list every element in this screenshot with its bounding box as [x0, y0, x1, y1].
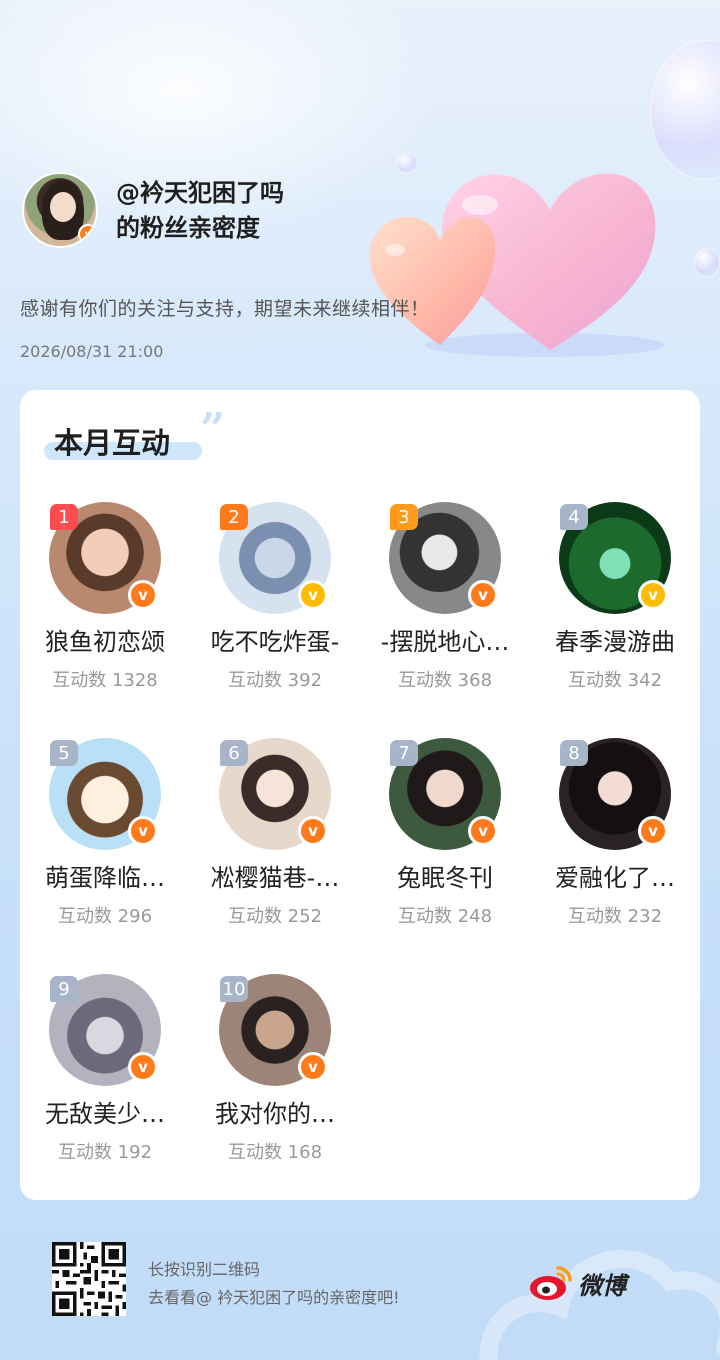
rank-badge: 3	[390, 504, 418, 530]
qr-cta: 去看看@ 衿天犯困了吗的亲密度吧!	[148, 1288, 400, 1307]
user-handle[interactable]: @衿天犯困了吗	[116, 176, 284, 211]
fan-name[interactable]: 爱融化了…	[530, 858, 700, 893]
timestamp: 2026/08/31 21:00	[20, 342, 164, 361]
bubble-decoration	[694, 248, 720, 278]
fan-name[interactable]: 狼鱼初恋颂	[20, 622, 190, 657]
interaction-count: 互动数 368	[397, 670, 493, 691]
interaction-count: 互动数 252	[227, 906, 323, 927]
verified-icon: v	[468, 580, 498, 610]
verified-icon: v	[298, 580, 328, 610]
verified-icon: v	[638, 580, 668, 610]
rank-badge: 2	[220, 504, 248, 530]
fan-name[interactable]: 我对你的…	[190, 1094, 360, 1129]
verified-icon: v	[128, 816, 158, 846]
card-title: 本月互动	[54, 426, 171, 460]
interaction-count: 互动数 192	[57, 1142, 153, 1163]
fan-name[interactable]: 吃不吃炸蛋-	[190, 622, 360, 657]
fan-name[interactable]: 春季漫游曲	[530, 622, 700, 657]
rank-badge: 7	[390, 740, 418, 766]
fan-name[interactable]: 兔眠冬刊	[360, 858, 530, 893]
fan-item[interactable]: 3 v -摆脱地心… 互动数 368	[360, 502, 530, 702]
page: v @衿天犯困了吗 的粉丝亲密度 感谢有你们的关注与支持，期望未来继续相伴！ 2…	[0, 0, 720, 1360]
verified-icon: v	[638, 816, 668, 846]
rank-badge: 1	[50, 504, 78, 530]
fan-item[interactable]: 8 v 爱融化了… 互动数 232	[530, 738, 700, 938]
verified-icon: v	[468, 816, 498, 846]
fan-name[interactable]: 凇樱猫巷-…	[190, 858, 360, 893]
rank-badge: 8	[560, 740, 588, 766]
interaction-count: 互动数 296	[57, 906, 153, 927]
fan-item[interactable]: 10 v 我对你的… 互动数 168	[190, 974, 360, 1174]
page-title: @衿天犯困了吗 的粉丝亲密度	[116, 176, 284, 246]
weibo-logo-icon	[528, 1262, 574, 1302]
fan-name[interactable]: -摆脱地心…	[360, 622, 530, 657]
interaction-count: 互动数 1328	[52, 670, 158, 691]
qr-code-icon[interactable]	[52, 1242, 126, 1316]
avatar-face-shape	[50, 192, 76, 222]
interaction-count: 互动数 392	[227, 670, 323, 691]
verified-icon: v	[128, 1052, 158, 1082]
fan-name[interactable]: 无敌美少…	[20, 1094, 190, 1129]
verified-icon: v	[298, 816, 328, 846]
qr-hint: 长按识别二维码	[148, 1260, 261, 1279]
rank-badge: 4	[560, 504, 588, 530]
fan-item[interactable]: 5 v 萌蛋降临… 互动数 296	[20, 738, 190, 938]
verified-icon: v	[298, 1052, 328, 1082]
fan-item[interactable]: 1 v 狼鱼初恋颂互动数 1328	[20, 502, 190, 702]
fan-item[interactable]: 6 v 凇樱猫巷-… 互动数 252	[190, 738, 360, 938]
tagline: 感谢有你们的关注与支持，期望未来继续相伴！	[20, 298, 430, 320]
quote-mark-icon: ”	[200, 404, 226, 455]
rank-badge: 5	[50, 740, 78, 766]
verified-icon: v	[78, 224, 96, 244]
interaction-count: 互动数 232	[567, 906, 663, 927]
fan-item[interactable]: 4 v 春季漫游曲互动数 342	[530, 502, 700, 702]
fan-item[interactable]: 2 v 吃不吃炸蛋- 互动数 392	[190, 502, 360, 702]
fan-item[interactable]: 9 v 无敌美少… 互动数 192	[20, 974, 190, 1174]
interaction-card: 本月互动 ” 1 v 狼鱼初恋颂互动数 1328 2 v 吃不吃炸蛋- 互动数 392 3 v -…	[20, 390, 700, 1200]
fan-name[interactable]: 萌蛋降临…	[20, 858, 190, 893]
interaction-count: 互动数 248	[397, 906, 493, 927]
brand-name: 微博	[578, 1272, 626, 1300]
title-subtitle: 的粉丝亲密度	[116, 214, 260, 242]
fan-item[interactable]: 7 v 兔眠冬刊互动数 248	[360, 738, 530, 938]
rank-badge: 6	[220, 740, 248, 766]
verified-icon: v	[128, 580, 158, 610]
rank-badge: 10	[220, 976, 248, 1002]
hearts-decoration	[360, 150, 670, 360]
interaction-count: 互动数 168	[227, 1142, 323, 1163]
rank-badge: 9	[50, 976, 78, 1002]
user-avatar[interactable]: v	[22, 172, 98, 248]
interaction-count: 互动数 342	[567, 670, 663, 691]
